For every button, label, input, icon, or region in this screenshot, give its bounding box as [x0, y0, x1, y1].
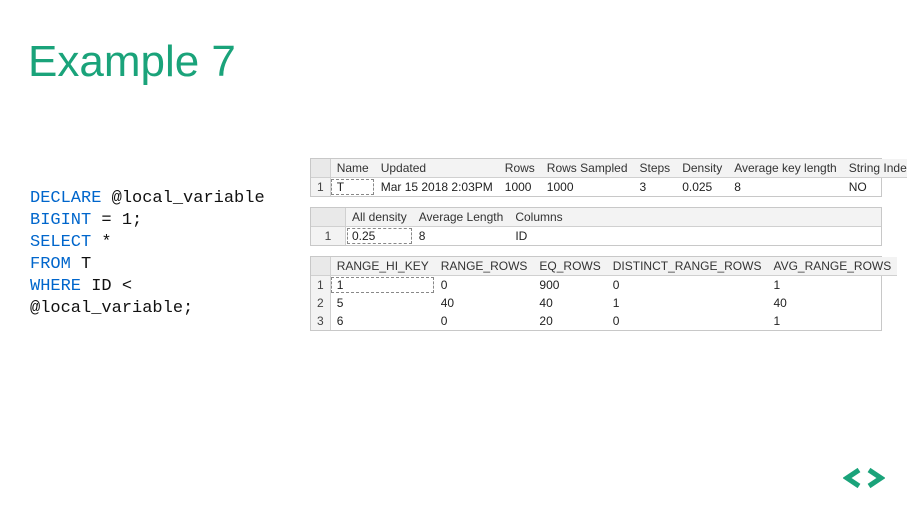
kw-declare: DECLARE [30, 189, 101, 208]
result-grids: Name Updated Rows Rows Sampled Steps Den… [310, 158, 882, 341]
cell[interactable]: 1000 [541, 178, 634, 197]
cell[interactable]: 1 [767, 312, 897, 330]
col-header[interactable]: Average Length [413, 208, 510, 227]
col-header[interactable]: Name [330, 159, 375, 178]
cell[interactable]: ID [509, 227, 568, 246]
cell[interactable]: 0.025 [676, 178, 728, 197]
rowidx-header [311, 257, 330, 276]
col-header[interactable]: Rows [499, 159, 541, 178]
cell[interactable]: 8 [728, 178, 843, 197]
col-header[interactable]: Density [676, 159, 728, 178]
density-grid: All density Average Length Columns 1 0.2… [310, 207, 882, 246]
cell[interactable]: 20 [533, 312, 606, 330]
code-eq1: = 1; [91, 211, 142, 230]
col-header[interactable]: AVG_RANGE_ROWS [767, 257, 897, 276]
col-header[interactable]: Average key length [728, 159, 843, 178]
rowidx-header [311, 159, 330, 178]
col-header[interactable]: Columns [509, 208, 568, 227]
row-index: 3 [311, 312, 330, 330]
col-header[interactable]: RANGE_ROWS [435, 257, 534, 276]
kw-where: WHERE [30, 277, 81, 296]
cell[interactable]: 0.25 [346, 227, 413, 246]
row-index: 1 [311, 227, 346, 246]
cell[interactable]: 6 [330, 312, 435, 330]
brand-logo-icon [843, 464, 885, 492]
code-tbl: T [71, 255, 91, 274]
cell[interactable]: 0 [435, 276, 534, 295]
cell [569, 227, 881, 246]
cell[interactable]: 1 [330, 276, 435, 295]
rowidx-header [311, 208, 346, 227]
kw-select: SELECT [30, 233, 91, 252]
col-header[interactable]: EQ_ROWS [533, 257, 606, 276]
cell[interactable]: NO [843, 178, 907, 197]
table-row[interactable]: 3 6 0 20 0 1 [311, 312, 897, 330]
table-row[interactable]: 2 5 40 40 1 40 [311, 294, 897, 312]
slide-title: Example 7 [28, 37, 236, 87]
row-index: 2 [311, 294, 330, 312]
kw-bigint: BIGINT [30, 211, 91, 230]
table-row[interactable]: 1 1 0 900 0 1 [311, 276, 897, 295]
code-var1: @local_variable [101, 189, 264, 208]
col-header[interactable]: Steps [634, 159, 677, 178]
cell[interactable]: T [330, 178, 375, 197]
row-index: 1 [311, 178, 330, 197]
histogram-grid: RANGE_HI_KEY RANGE_ROWS EQ_ROWS DISTINCT… [310, 256, 882, 331]
cell[interactable]: 8 [413, 227, 510, 246]
sql-code-block: DECLARE @local_variable BIGINT = 1; SELE… [30, 188, 265, 320]
cell[interactable]: 5 [330, 294, 435, 312]
col-header [569, 208, 881, 227]
cell[interactable]: 1 [607, 294, 768, 312]
col-header[interactable]: String Index [843, 159, 907, 178]
cell[interactable]: Mar 15 2018 2:03PM [375, 178, 499, 197]
cell[interactable]: 0 [607, 276, 768, 295]
col-header[interactable]: All density [346, 208, 413, 227]
code-idlt: ID < [81, 277, 132, 296]
cell[interactable]: 900 [533, 276, 606, 295]
code-var2: @local_variable; [30, 299, 193, 318]
code-star: * [91, 233, 111, 252]
stats-header-grid: Name Updated Rows Rows Sampled Steps Den… [310, 158, 882, 197]
table-row[interactable]: 1 T Mar 15 2018 2:03PM 1000 1000 3 0.025… [311, 178, 907, 197]
cell[interactable]: 1 [767, 276, 897, 295]
cell[interactable]: 3 [634, 178, 677, 197]
cell[interactable]: 40 [767, 294, 897, 312]
cell[interactable]: 1000 [499, 178, 541, 197]
kw-from: FROM [30, 255, 71, 274]
cell[interactable]: 0 [607, 312, 768, 330]
col-header[interactable]: DISTINCT_RANGE_ROWS [607, 257, 768, 276]
table-row[interactable]: 1 0.25 8 ID [311, 227, 881, 246]
row-index: 1 [311, 276, 330, 295]
col-header[interactable]: Updated [375, 159, 499, 178]
cell[interactable]: 40 [435, 294, 534, 312]
col-header[interactable]: Rows Sampled [541, 159, 634, 178]
cell[interactable]: 0 [435, 312, 534, 330]
cell[interactable]: 40 [533, 294, 606, 312]
col-header[interactable]: RANGE_HI_KEY [330, 257, 435, 276]
